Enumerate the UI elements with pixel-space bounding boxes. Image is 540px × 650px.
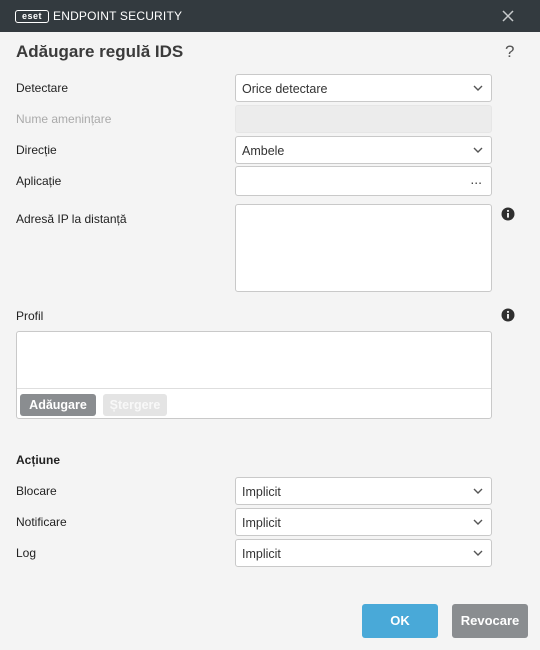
threat-name-field [235,105,492,133]
profile-label: Profil [16,309,44,323]
notify-value: Implicit [242,516,281,530]
block-value: Implicit [242,485,281,499]
threat-name-label: Nume amenințare [16,112,112,126]
application-field[interactable]: ... [235,166,492,196]
dialog-title: Adăugare regulă IDS [16,42,184,61]
add-profile-button[interactable]: Adăugare [20,394,96,416]
info-icon[interactable] [501,207,515,221]
ok-button[interactable]: OK [362,604,438,638]
notify-label: Notificare [16,515,67,529]
eset-logo: eset [15,10,49,23]
delete-profile-button: Ștergere [103,394,167,416]
help-button[interactable]: ? [505,42,514,62]
info-icon[interactable] [501,308,515,322]
remote-ip-label: Adresă IP la distanță [16,212,127,226]
log-dropdown[interactable]: Implicit [235,539,492,567]
log-label: Log [16,546,37,560]
chevron-down-icon [473,85,483,91]
direction-dropdown[interactable]: Ambele [235,136,492,164]
detection-value: Orice detectare [242,82,328,96]
profile-list[interactable]: Adăugare Ștergere [16,331,492,419]
remote-ip-textarea[interactable] [235,204,492,292]
chevron-down-icon [473,488,483,494]
detection-label: Detectare [16,81,69,95]
chevron-down-icon [473,550,483,556]
direction-value: Ambele [242,144,285,158]
block-label: Blocare [16,484,57,498]
divider [17,388,491,389]
detection-dropdown[interactable]: Orice detectare [235,74,492,102]
block-dropdown[interactable]: Implicit [235,477,492,505]
title-bar: eset ENDPOINT SECURITY [0,0,540,32]
chevron-down-icon [473,147,483,153]
app-title: ENDPOINT SECURITY [53,9,183,23]
chevron-down-icon [473,519,483,525]
log-value: Implicit [242,547,281,561]
browse-button[interactable]: ... [470,171,482,187]
close-button[interactable] [500,8,516,24]
direction-label: Direcție [16,143,57,157]
close-icon [502,10,514,22]
cancel-button[interactable]: Revocare [452,604,528,638]
application-label: Aplicație [16,174,62,188]
notify-dropdown[interactable]: Implicit [235,508,492,536]
action-heading: Acțiune [16,453,61,467]
